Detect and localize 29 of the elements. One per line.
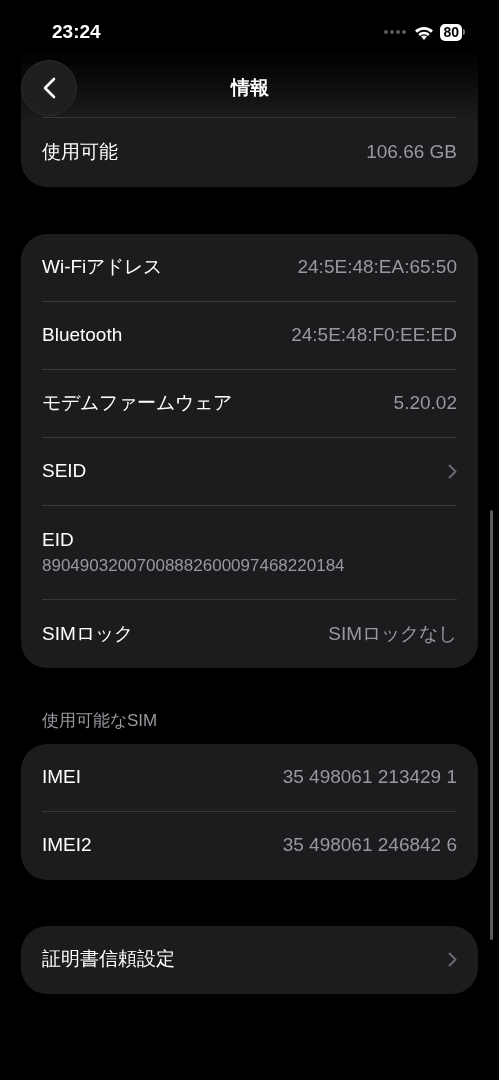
row-label: Wi-Fiアドレス (42, 255, 163, 280)
row-value: 35 498061 246842 6 (282, 833, 457, 858)
row-value: SIMロックなし (328, 621, 457, 646)
battery-icon: 80 (440, 23, 465, 41)
status-time: 23:24 (52, 20, 101, 44)
wifi-icon (414, 24, 435, 40)
section-header: 使用可能なSIM (42, 710, 159, 732)
list-row[interactable]: SEID (42, 438, 457, 506)
row-label: IMEI (42, 764, 82, 789)
list-row[interactable]: 証明書信頼設定 (42, 925, 457, 994)
row-label: Bluetooth (42, 323, 123, 348)
row-label: IMEI2 (42, 833, 92, 858)
row-label: SIMロック (42, 621, 133, 646)
row-value: 24:5E:48:EA:65:50 (297, 255, 457, 280)
row-label: EID (42, 527, 75, 552)
row-value: 5.20.02 (393, 391, 457, 416)
chevron-right-icon (448, 464, 457, 479)
signal-icon (384, 30, 409, 35)
row-label: SEID (42, 459, 87, 484)
row-value: 35 498061 213429 1 (282, 764, 457, 789)
back-icon (42, 77, 56, 99)
row-value: 106.66 GB (366, 140, 457, 165)
row-label: 使用可能 (42, 140, 118, 165)
page-title: 情報 (230, 75, 269, 100)
row-value: 89049032007008882600097468220184 (42, 554, 346, 577)
row-label: 証明書信頼設定 (42, 947, 175, 972)
row-label: モデムファームウェア (42, 391, 232, 416)
chevron-right-icon (448, 952, 457, 967)
row-value: 24:5E:48:F0:EE:ED (291, 323, 457, 348)
